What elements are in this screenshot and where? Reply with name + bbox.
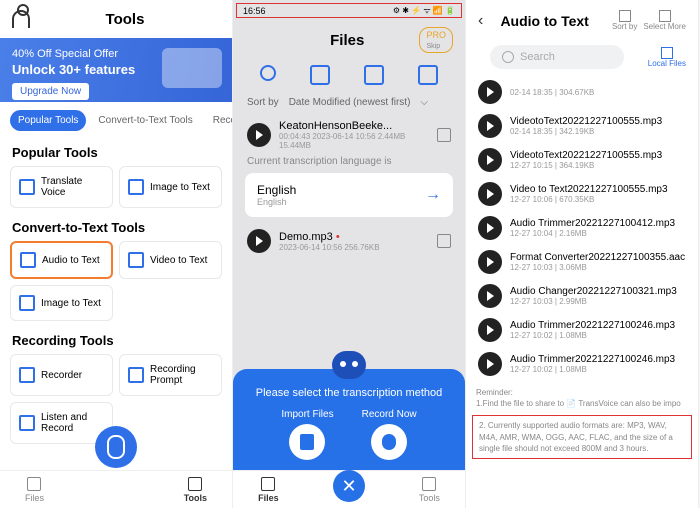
video-to-text-icon <box>128 252 144 268</box>
files-icon <box>261 477 275 491</box>
nav-tools[interactable]: Tools <box>184 477 207 503</box>
translate-icon <box>19 179 35 195</box>
list-item[interactable]: Audio Trimmer20221227100412.mp312-27 10:… <box>478 211 686 245</box>
select-more-button[interactable]: Select More <box>643 10 686 31</box>
local-files-button[interactable]: Local Files <box>648 47 686 68</box>
screen-title: Files <box>330 32 364 49</box>
sort-icon <box>619 10 631 22</box>
play-icon[interactable] <box>247 123 271 147</box>
files-screen: 16:56 ⚙ ✱ ⚡ ᯤ 📶 🔋 Files PROSkip Sort by … <box>233 0 466 508</box>
files-icon <box>27 477 41 491</box>
lang-label: Current transcription language is <box>233 156 465 167</box>
nav-files[interactable]: Files <box>258 477 279 503</box>
tab-recording[interactable]: Recording <box>205 110 232 131</box>
list-item[interactable]: Audio Changer20221227100321.mp312-27 10:… <box>478 279 686 313</box>
file-row[interactable]: KeatonHensonBeeke...00:04:43 2023-06-14 … <box>233 114 465 156</box>
bot-icon <box>332 351 366 379</box>
list-item[interactable]: 02-14 18:35 | 304.67KB <box>478 75 686 109</box>
tool-recording-prompt[interactable]: Recording Prompt <box>119 354 222 396</box>
import-files-button[interactable]: Import Files <box>281 409 333 460</box>
promo-banner[interactable]: 40% Off Special Offer Unlock 30+ feature… <box>0 38 232 102</box>
transcription-sheet: Please select the transcription method I… <box>233 369 465 472</box>
play-icon[interactable] <box>478 250 502 274</box>
play-icon[interactable] <box>478 148 502 172</box>
list-item[interactable]: Audio Trimmer20221227100246.mp312-27 10:… <box>478 347 686 381</box>
play-icon[interactable] <box>478 114 502 138</box>
list-item[interactable]: Format Converter20221227100355.aac12-27 … <box>478 245 686 279</box>
tools-icon <box>422 477 436 491</box>
status-bar: 16:56 ⚙ ✱ ⚡ ᯤ 📶 🔋 <box>236 3 462 18</box>
prompt-icon <box>128 367 144 383</box>
section-header: Popular Tools <box>0 139 232 166</box>
play-icon[interactable] <box>247 229 271 253</box>
play-icon[interactable] <box>478 216 502 240</box>
reminder-header: Reminder:1.Find the file to share to 📄 T… <box>466 383 698 413</box>
tools-icon <box>188 477 202 491</box>
import-icon[interactable] <box>310 65 330 85</box>
play-icon[interactable] <box>478 318 502 342</box>
list-item[interactable]: VideotoText20221227100555.mp302-14 18:35… <box>478 109 686 143</box>
language-card[interactable]: EnglishEnglish → <box>245 173 453 217</box>
mic-icon <box>371 424 407 460</box>
tool-recorder[interactable]: Recorder <box>10 354 113 396</box>
status-time: 16:56 <box>243 6 266 16</box>
screen-title: Audio to Text <box>483 13 606 29</box>
arrow-right-icon: → <box>425 186 441 204</box>
pro-badge[interactable]: PROSkip <box>419 27 453 53</box>
share-icon[interactable] <box>437 234 451 248</box>
audio-to-text-icon <box>20 252 36 268</box>
file-list: 02-14 18:35 | 304.67KB VideotoText202212… <box>466 73 698 383</box>
tool-video-to-text[interactable]: Video to Text <box>119 241 222 279</box>
bottom-nav: Files Tools <box>0 470 232 508</box>
nav-tools[interactable]: Tools <box>419 477 440 503</box>
upgrade-button[interactable]: Upgrade Now <box>12 83 89 100</box>
tool-translate-voice[interactable]: Translate Voice <box>10 166 113 208</box>
recorder-icon <box>19 367 35 383</box>
select-icon <box>659 10 671 22</box>
tools-screen: Tools 40% Off Special Offer Unlock 30+ f… <box>0 0 233 508</box>
screen-title: Tools <box>30 11 220 28</box>
tab-convert[interactable]: Convert-to-Text Tools <box>90 110 200 131</box>
sort-by-button[interactable]: Sort by <box>612 10 637 31</box>
category-tabs: Popular Tools Convert-to-Text Tools Reco… <box>0 102 232 139</box>
section-header: Recording Tools <box>0 327 232 354</box>
record-now-button[interactable]: Record Now <box>362 409 417 460</box>
play-icon[interactable] <box>478 182 502 206</box>
section-header: Convert-to-Text Tools <box>0 214 232 241</box>
search-icon[interactable] <box>260 65 276 81</box>
play-icon[interactable] <box>478 284 502 308</box>
share-icon[interactable] <box>437 128 451 142</box>
list-item[interactable]: VideotoText20221227100555.mp312-27 10:15… <box>478 143 686 177</box>
banner-art <box>162 48 222 88</box>
file-row[interactable]: Demo.mp3 •2023-06-14 10:56 256.76KB <box>233 223 465 259</box>
listen-icon <box>19 415 35 431</box>
sheet-title: Please select the transcription method <box>233 387 465 399</box>
tab-popular[interactable]: Popular Tools <box>10 110 86 131</box>
close-button[interactable]: ✕ <box>333 470 365 502</box>
tool-image-to-text-2[interactable]: Image to Text <box>10 285 113 321</box>
nav-files[interactable]: Files <box>25 477 44 503</box>
image-to-text-icon <box>128 179 144 195</box>
import-icon <box>289 424 325 460</box>
audio-to-text-screen: ‹ Audio to Text Sort by Select More Sear… <box>466 0 699 508</box>
sort-control[interactable]: Sort by Date Modified (newest first) ⌵ <box>233 91 465 114</box>
play-icon[interactable] <box>478 352 502 376</box>
status-icons: ⚙ ✱ ⚡ ᯤ 📶 🔋 <box>393 5 455 16</box>
chevron-down-icon: ⌵ <box>420 97 428 108</box>
image-to-text-icon <box>19 295 35 311</box>
reminder-formats: 2. Currently supported audio formats are… <box>472 415 692 459</box>
list-item[interactable]: Audio Trimmer20221227100246.mp312-27 10:… <box>478 313 686 347</box>
local-files-icon <box>661 47 673 59</box>
record-fab[interactable] <box>95 426 137 468</box>
search-input[interactable]: Search <box>490 45 624 69</box>
add-folder-icon[interactable] <box>418 65 438 85</box>
tool-audio-to-text[interactable]: Audio to Text <box>10 241 113 279</box>
tool-image-to-text[interactable]: Image to Text <box>119 166 222 208</box>
list-item[interactable]: Video to Text20221227100555.mp312-27 10:… <box>478 177 686 211</box>
folder-icon[interactable] <box>364 65 384 85</box>
profile-icon[interactable] <box>12 10 30 28</box>
play-icon[interactable] <box>478 80 502 104</box>
